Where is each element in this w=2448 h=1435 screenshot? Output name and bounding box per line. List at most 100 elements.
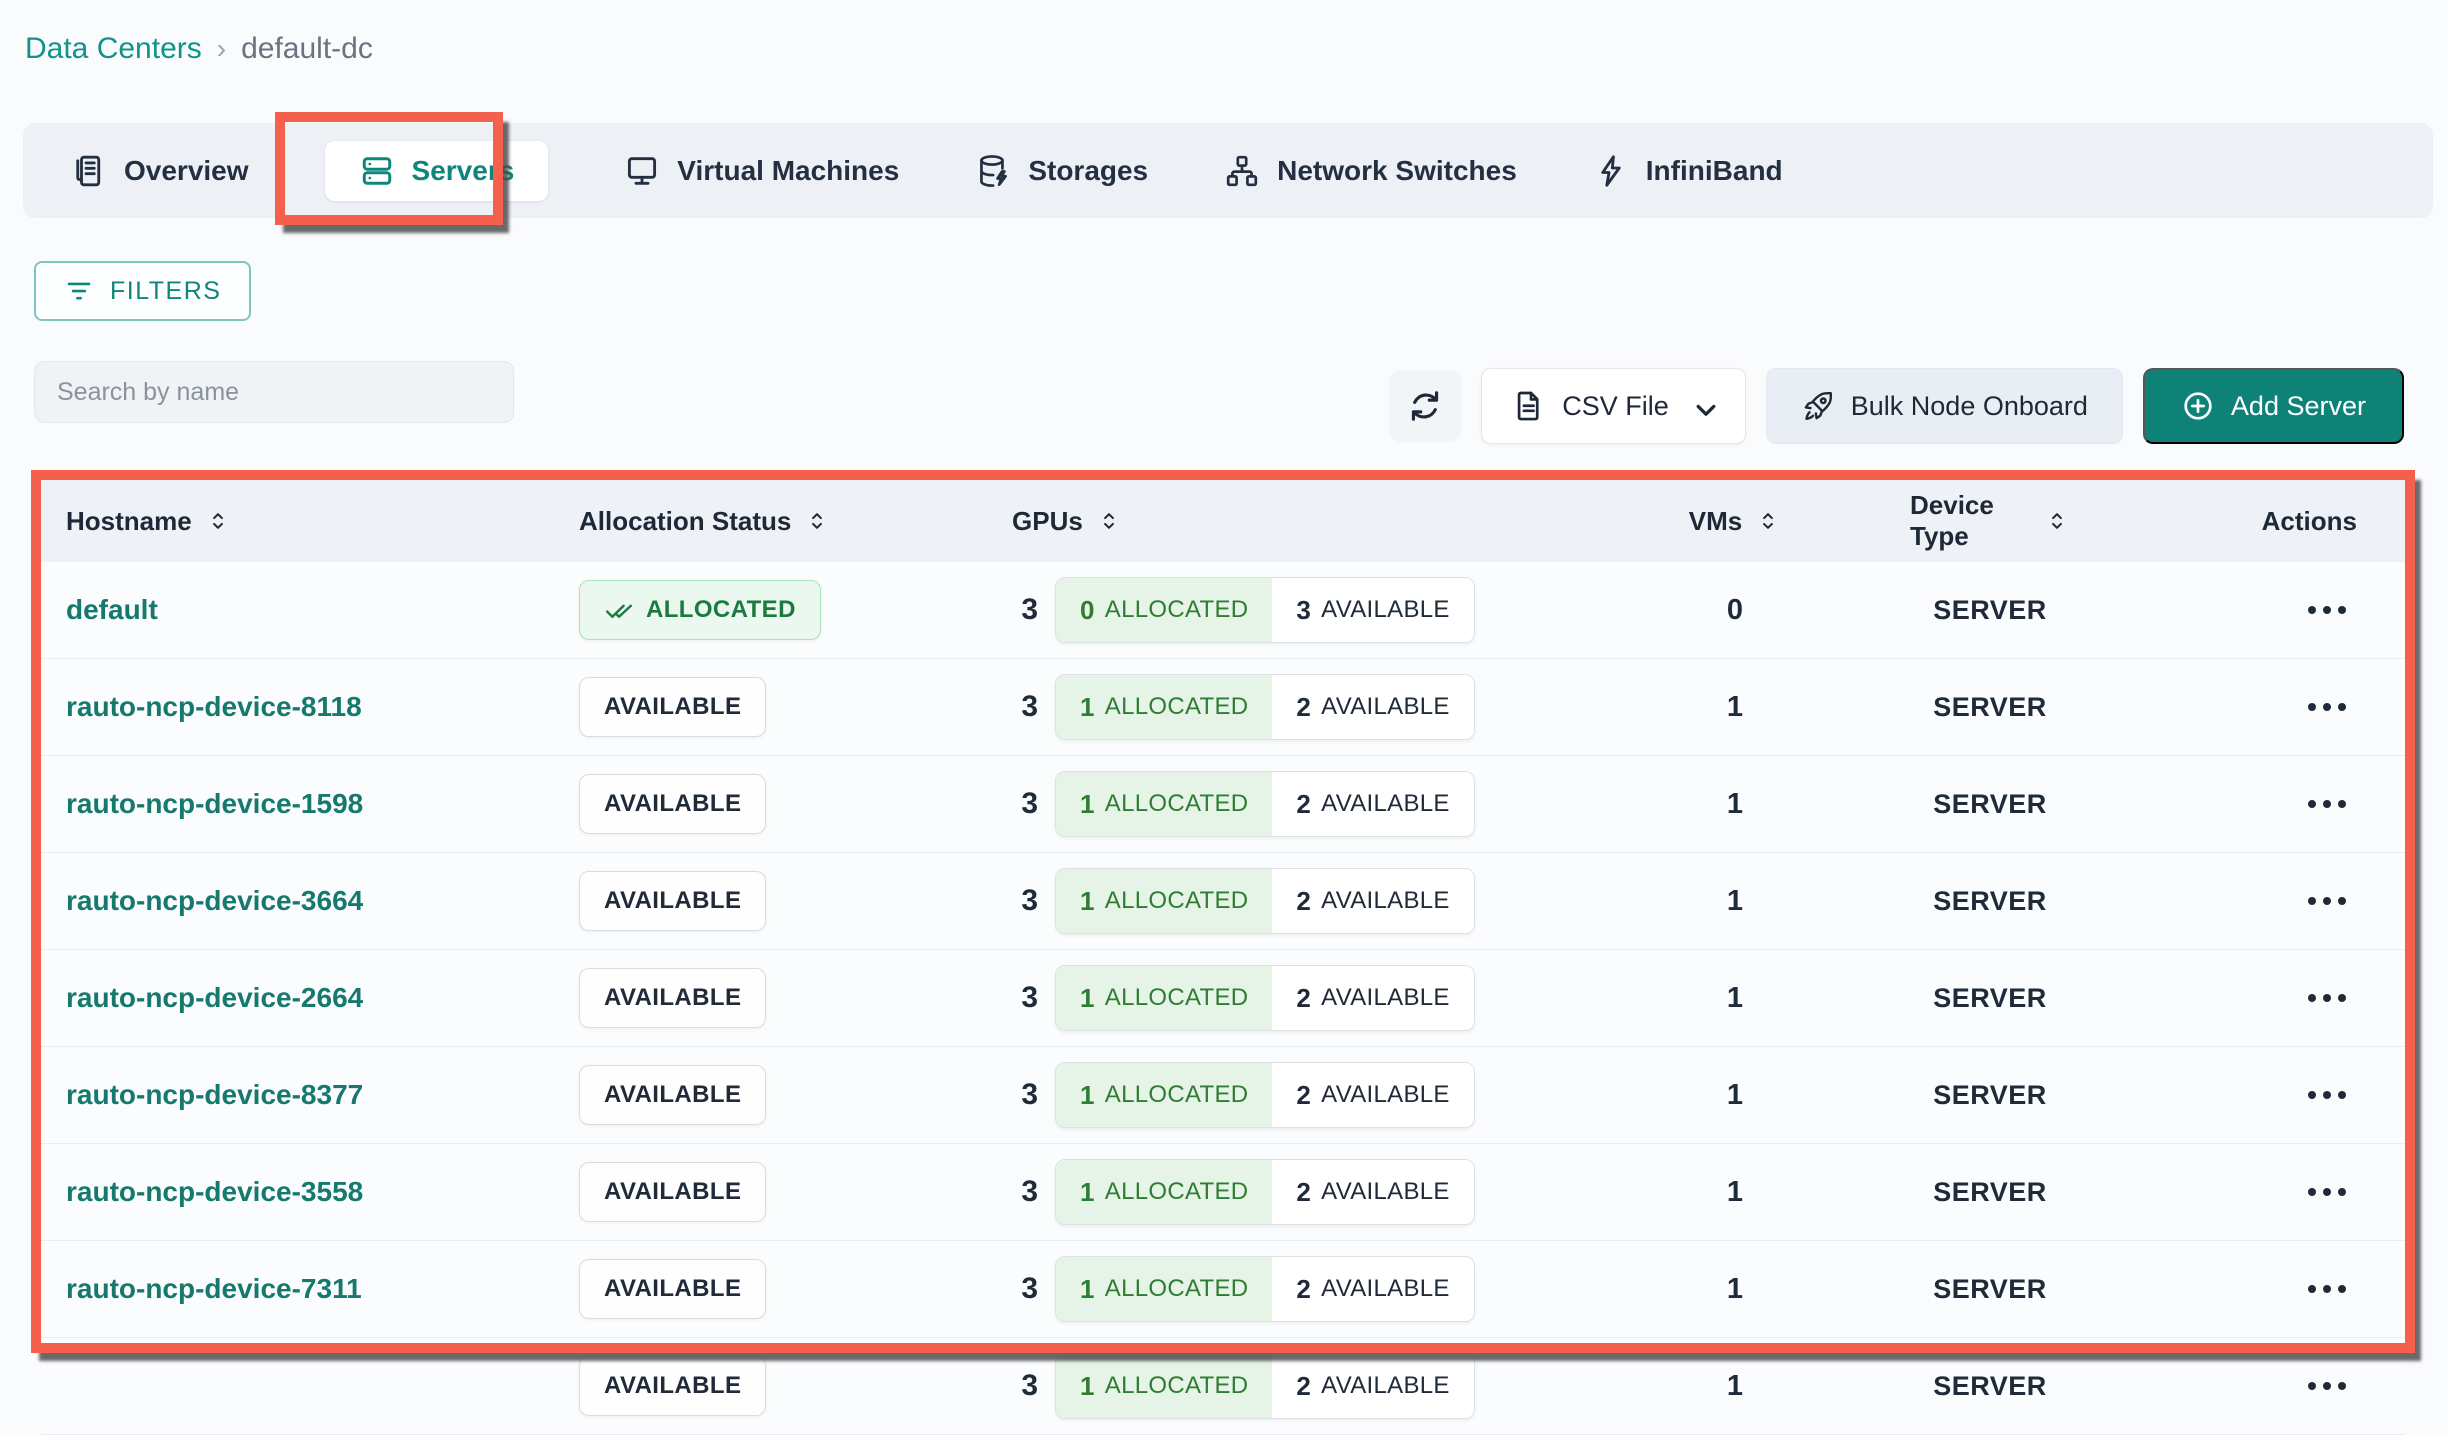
column-header-hostname[interactable]: Hostname — [41, 506, 560, 537]
row-actions-button[interactable] — [2304, 1372, 2350, 1400]
column-label: Actions — [2262, 506, 2357, 537]
search-box — [34, 361, 514, 423]
device-type: SERVER — [1910, 1274, 2070, 1305]
search-input[interactable] — [57, 378, 491, 407]
gpu-available-label: AVAILABLE — [1321, 790, 1450, 818]
table-header: Hostname Allocation Status GPUs VMs Devi… — [41, 480, 2405, 562]
tab-network-switches[interactable]: Network Switches — [1224, 153, 1517, 189]
bulk-node-onboard-button[interactable]: Bulk Node Onboard — [1766, 368, 2123, 444]
hostname-link[interactable]: rauto-ncp-device-7311 — [66, 1273, 362, 1305]
tab-virtual-machines[interactable]: Virtual Machines — [624, 153, 899, 189]
allocation-status-text: AVAILABLE — [604, 1372, 741, 1400]
gpu-allocation-badge: 1 ALLOCATED 2 AVAILABLE — [1055, 1256, 1475, 1322]
hostname-link[interactable]: rauto-ncp-device-3664 — [66, 885, 363, 917]
device-type: SERVER — [1910, 983, 2070, 1014]
gpu-allocated-segment: 1 ALLOCATED — [1056, 1063, 1272, 1127]
gpu-available-segment: 2 AVAILABLE — [1272, 966, 1473, 1030]
document-icon — [1512, 389, 1546, 423]
column-header-allocation-status[interactable]: Allocation Status — [560, 506, 990, 537]
gpu-count: 3 — [990, 787, 1038, 821]
gpu-allocated-count: 1 — [1080, 1177, 1095, 1208]
add-server-button[interactable]: Add Server — [2143, 368, 2404, 444]
gpu-allocated-label: ALLOCATED — [1105, 693, 1249, 721]
gpu-available-label: AVAILABLE — [1321, 984, 1450, 1012]
allocation-status-badge: AVAILABLE — [579, 1065, 766, 1125]
row-actions-button[interactable] — [2304, 887, 2350, 915]
column-label: Hostname — [66, 506, 192, 537]
allocation-status-badge: AVAILABLE — [579, 968, 766, 1028]
double-check-icon — [604, 595, 634, 625]
row-actions-button[interactable] — [2304, 596, 2350, 624]
vms-count: 1 — [1560, 1176, 1910, 1209]
gpu-allocation-badge: 1 ALLOCATED 2 AVAILABLE — [1055, 674, 1475, 740]
tab-label: Overview — [124, 155, 249, 187]
sort-icon[interactable] — [804, 508, 830, 534]
gpu-available-count: 2 — [1296, 886, 1311, 917]
hostname-link[interactable]: rauto-ncp-device-8377 — [66, 1079, 363, 1111]
allocation-status-text: AVAILABLE — [604, 1081, 741, 1109]
vms-count: 1 — [1560, 1079, 1910, 1112]
gpu-available-label: AVAILABLE — [1321, 1372, 1450, 1400]
sort-icon[interactable] — [1755, 508, 1781, 534]
toolbar-actions: CSV File Bulk Node Onboard Add Server — [1389, 368, 2404, 444]
refresh-icon — [1406, 387, 1444, 425]
row-actions-button[interactable] — [2304, 790, 2350, 818]
breadcrumb: Data Centers › default-dc — [25, 32, 373, 66]
breadcrumb-data-centers-link[interactable]: Data Centers — [25, 32, 202, 66]
device-type: SERVER — [1910, 886, 2070, 917]
csv-file-button[interactable]: CSV File — [1481, 368, 1746, 444]
hostname-link[interactable]: rauto-ncp-device-8118 — [66, 691, 362, 723]
gpu-available-count: 2 — [1296, 1177, 1311, 1208]
breadcrumb-current: default-dc — [241, 32, 373, 66]
allocation-status-badge: AVAILABLE — [579, 774, 766, 834]
sort-icon[interactable] — [205, 508, 231, 534]
gpu-allocation-badge: 1 ALLOCATED 2 AVAILABLE — [1055, 771, 1475, 837]
gpu-available-count: 2 — [1296, 692, 1311, 723]
hostname-link[interactable]: default — [66, 594, 158, 626]
zap-icon — [1593, 153, 1629, 189]
column-header-gpus[interactable]: GPUs — [990, 506, 1560, 537]
row-actions-button[interactable] — [2304, 1275, 2350, 1303]
gpu-available-segment: 2 AVAILABLE — [1272, 1063, 1473, 1127]
gpu-available-count: 2 — [1296, 1080, 1311, 1111]
gpu-available-label: AVAILABLE — [1321, 693, 1450, 721]
allocation-status-badge: AVAILABLE — [579, 1259, 766, 1319]
gpu-count: 3 — [990, 1175, 1038, 1209]
gpu-allocated-segment: 1 ALLOCATED — [1056, 1160, 1272, 1224]
filters-button[interactable]: FILTERS — [34, 261, 251, 321]
vms-count: 1 — [1560, 1370, 1910, 1403]
hostname-link[interactable]: rauto-ncp-device-1598 — [66, 788, 363, 820]
device-type: SERVER — [1910, 789, 2070, 820]
allocation-status-badge: AVAILABLE — [579, 1356, 766, 1416]
table-row: rauto-ncp-device-8377 AVAILABLE 3 1 ALLO… — [41, 1047, 2405, 1144]
refresh-button[interactable] — [1389, 370, 1461, 442]
row-actions-button[interactable] — [2304, 693, 2350, 721]
gpu-allocated-count: 1 — [1080, 1274, 1095, 1305]
row-actions-button[interactable] — [2304, 984, 2350, 1012]
gpu-allocated-count: 1 — [1080, 789, 1095, 820]
gpu-allocation-badge: 1 ALLOCATED 2 AVAILABLE — [1055, 1062, 1475, 1128]
allocation-status-text: ALLOCATED — [646, 596, 796, 624]
column-header-device-type[interactable]: Device Type — [1910, 490, 2070, 552]
gpu-allocated-label: ALLOCATED — [1105, 1081, 1249, 1109]
chevron-down-icon — [1689, 393, 1715, 419]
gpu-allocated-segment: 1 ALLOCATED — [1056, 966, 1272, 1030]
sort-icon[interactable] — [1096, 508, 1122, 534]
sort-icon[interactable] — [2044, 508, 2070, 534]
tab-infiniband[interactable]: InfiniBand — [1593, 153, 1783, 189]
gpu-count: 3 — [990, 1272, 1038, 1306]
allocation-status-badge: AVAILABLE — [579, 1162, 766, 1222]
servers-icon — [359, 153, 395, 189]
breadcrumb-separator: › — [217, 33, 226, 65]
gpu-allocated-count: 1 — [1080, 983, 1095, 1014]
table-row: rauto-ncp-device-3664 AVAILABLE 3 1 ALLO… — [41, 853, 2405, 950]
row-actions-button[interactable] — [2304, 1081, 2350, 1109]
gpu-allocated-count: 0 — [1080, 595, 1095, 626]
row-actions-button[interactable] — [2304, 1178, 2350, 1206]
hostname-link[interactable]: rauto-ncp-device-2664 — [66, 982, 363, 1014]
tab-servers[interactable]: Servers — [325, 141, 549, 201]
column-header-vms[interactable]: VMs — [1560, 506, 1910, 537]
tab-overview[interactable]: Overview — [71, 153, 249, 189]
hostname-link[interactable]: rauto-ncp-device-3558 — [66, 1176, 363, 1208]
tab-storages[interactable]: Storages — [975, 153, 1148, 189]
